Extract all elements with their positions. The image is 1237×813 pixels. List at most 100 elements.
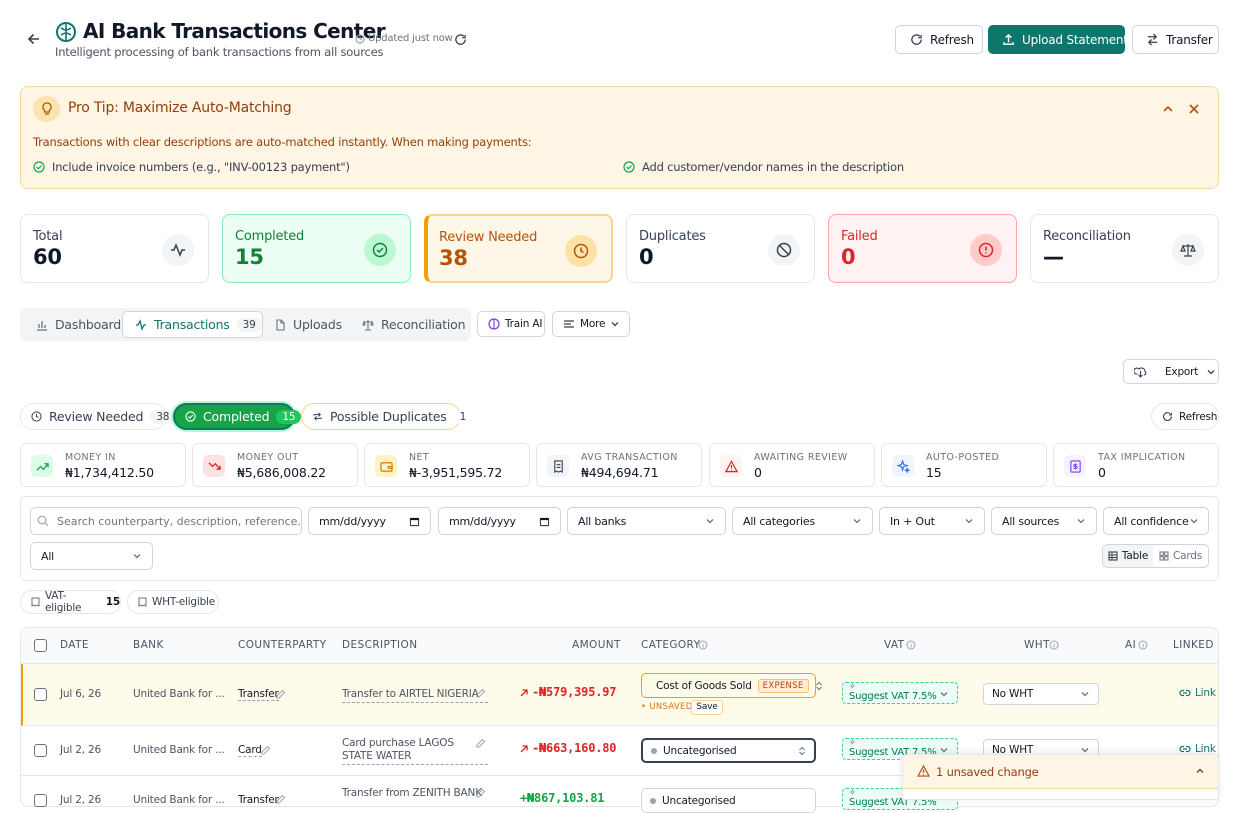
info-icon[interactable] xyxy=(1138,640,1148,650)
col-vat[interactable]: VAT xyxy=(884,639,905,651)
pro-tip-item: Include invoice numbers (e.g., "INV-0012… xyxy=(52,160,350,174)
edit-icon[interactable] xyxy=(476,738,486,748)
card-review-needed[interactable]: Review Needed 38 xyxy=(424,214,613,283)
row-checkbox[interactable] xyxy=(34,688,47,701)
info-icon[interactable] xyxy=(698,640,708,650)
upload-statement-button[interactable]: Upload Statement xyxy=(988,25,1128,54)
trending-up-icon xyxy=(31,455,53,477)
edit-icon[interactable] xyxy=(476,688,486,698)
tab-transactions[interactable]: Transactions 39 xyxy=(122,311,263,338)
card-reconciliation[interactable]: Reconciliation — xyxy=(1030,214,1219,283)
edit-icon[interactable] xyxy=(276,689,286,699)
vat-eligible-pill[interactable]: VAT-eligible 15 xyxy=(20,590,121,614)
upload-icon xyxy=(1002,33,1015,46)
category-select[interactable]: Cost of Goods Sold EXPENSE xyxy=(641,673,822,698)
row-checkbox[interactable] xyxy=(34,744,47,757)
select-all-checkbox[interactable] xyxy=(34,639,47,652)
sparkles-icon: ✧ xyxy=(849,682,856,691)
card-label: Review Needed xyxy=(439,230,538,245)
stat-label: Tax Implication xyxy=(1098,452,1186,463)
row-counterparty[interactable]: Card xyxy=(238,744,262,757)
col-date[interactable]: Date xyxy=(60,639,89,651)
check-circle-icon xyxy=(185,411,196,422)
chevron-down-icon xyxy=(610,319,620,329)
category-select[interactable]: Uncategorised xyxy=(641,788,816,813)
transfer-button[interactable]: Transfer xyxy=(1132,25,1219,54)
row-description[interactable]: Transfer from ZENITH BANK xyxy=(342,787,482,799)
edit-icon[interactable] xyxy=(276,794,286,804)
more-button[interactable]: More xyxy=(552,311,630,337)
date-from-input[interactable]: mm/dd/yyyy xyxy=(308,507,431,535)
card-value: 38 xyxy=(439,246,468,270)
row-counterparty[interactable]: Transfer xyxy=(238,688,279,701)
card-failed[interactable]: Failed 0 xyxy=(828,214,1017,283)
row-description[interactable]: Card purchase LAGOS STATE WATER xyxy=(342,737,488,765)
date-from-value: mm/dd/yyyy xyxy=(319,514,386,528)
confidence-select[interactable]: All confidence xyxy=(1103,507,1209,535)
bank-select[interactable]: All banks xyxy=(567,507,726,535)
unsaved-changes-bar[interactable]: 1 unsaved change xyxy=(902,754,1219,800)
info-icon[interactable] xyxy=(1049,640,1059,650)
tab-dashboard[interactable]: Dashboard xyxy=(24,311,133,338)
pill-label: Possible Duplicates xyxy=(330,409,447,424)
col-wht[interactable]: WHT xyxy=(1024,639,1050,651)
link-button[interactable]: Link xyxy=(1179,687,1216,699)
card-duplicates[interactable]: Duplicates 0 xyxy=(626,214,815,283)
pill-completed[interactable]: Completed 15 xyxy=(173,403,302,430)
lightbulb-icon xyxy=(33,96,60,122)
col-amount[interactable]: Amount xyxy=(572,639,621,651)
export-button[interactable]: Export xyxy=(1123,359,1219,384)
refresh-icon[interactable] xyxy=(454,33,467,46)
tab-label: Transactions xyxy=(154,317,230,332)
view-cards-button[interactable]: Cards xyxy=(1153,545,1208,567)
category-select[interactable]: Uncategorised xyxy=(641,738,816,763)
row-checkbox[interactable] xyxy=(34,794,47,807)
date-to-value: mm/dd/yyyy xyxy=(449,514,516,528)
refresh-button[interactable]: Refresh xyxy=(895,25,983,54)
pill-possible-duplicates[interactable]: Possible Duplicates 1 xyxy=(301,403,473,430)
stat-money-in: Money In ₦1,734,412.50 xyxy=(20,443,186,487)
row-counterparty[interactable]: Transfer xyxy=(238,794,279,806)
search-input[interactable] xyxy=(30,507,302,535)
train-ai-button[interactable]: Train AI xyxy=(477,311,545,337)
upload-button-label: Upload Statement xyxy=(1022,32,1128,47)
close-icon[interactable] xyxy=(1188,103,1200,115)
table-icon xyxy=(1108,551,1118,561)
edit-icon[interactable] xyxy=(476,788,486,798)
card-completed[interactable]: Completed 15 xyxy=(222,214,411,283)
chevron-up-icon[interactable] xyxy=(1195,766,1205,776)
back-arrow-icon[interactable] xyxy=(27,32,41,46)
col-ai[interactable]: AI xyxy=(1125,639,1136,651)
view-table-button[interactable]: Table xyxy=(1103,545,1153,567)
wht-select[interactable]: No WHT xyxy=(983,683,1099,705)
all-select[interactable]: All xyxy=(30,542,153,570)
date-to-input[interactable]: mm/dd/yyyy xyxy=(438,507,561,535)
card-total[interactable]: Total 60 xyxy=(20,214,209,283)
pill-review-needed[interactable]: Review Needed 38 xyxy=(20,403,176,430)
info-icon[interactable] xyxy=(906,640,916,650)
card-label: Duplicates xyxy=(639,229,706,244)
col-bank[interactable]: Bank xyxy=(133,639,164,651)
col-category[interactable]: Category xyxy=(641,639,700,651)
col-counterparty[interactable]: Counterparty xyxy=(238,639,326,651)
source-select-value: All sources xyxy=(1002,514,1060,528)
stat-label: Awaiting Review xyxy=(754,452,848,463)
tab-uploads[interactable]: Uploads xyxy=(262,311,354,338)
clock-icon xyxy=(355,34,365,44)
save-button[interactable]: Save xyxy=(691,700,723,715)
download-cloud-icon xyxy=(1134,366,1147,378)
refresh-list-button[interactable]: Refresh xyxy=(1151,403,1219,430)
wht-eligible-pill[interactable]: WHT-eligible xyxy=(127,590,219,614)
row-description[interactable]: Transfer to AIRTEL NIGERIA xyxy=(342,688,488,703)
vat-suggestion-button[interactable]: ✧ Suggest VAT 7.5% xyxy=(842,682,958,704)
col-linked[interactable]: Linked xyxy=(1173,639,1214,651)
category-select[interactable]: All categories xyxy=(732,507,873,535)
tab-reconciliation[interactable]: Reconciliation xyxy=(350,311,477,338)
edit-icon[interactable] xyxy=(261,745,271,755)
chevron-up-icon[interactable] xyxy=(1162,103,1174,115)
page-subtitle: Intelligent processing of bank transacti… xyxy=(55,45,384,59)
direction-select[interactable]: In + Out xyxy=(879,507,985,535)
source-select[interactable]: All sources xyxy=(991,507,1097,535)
col-description[interactable]: Description xyxy=(342,639,417,651)
stat-value: 15 xyxy=(926,465,942,480)
